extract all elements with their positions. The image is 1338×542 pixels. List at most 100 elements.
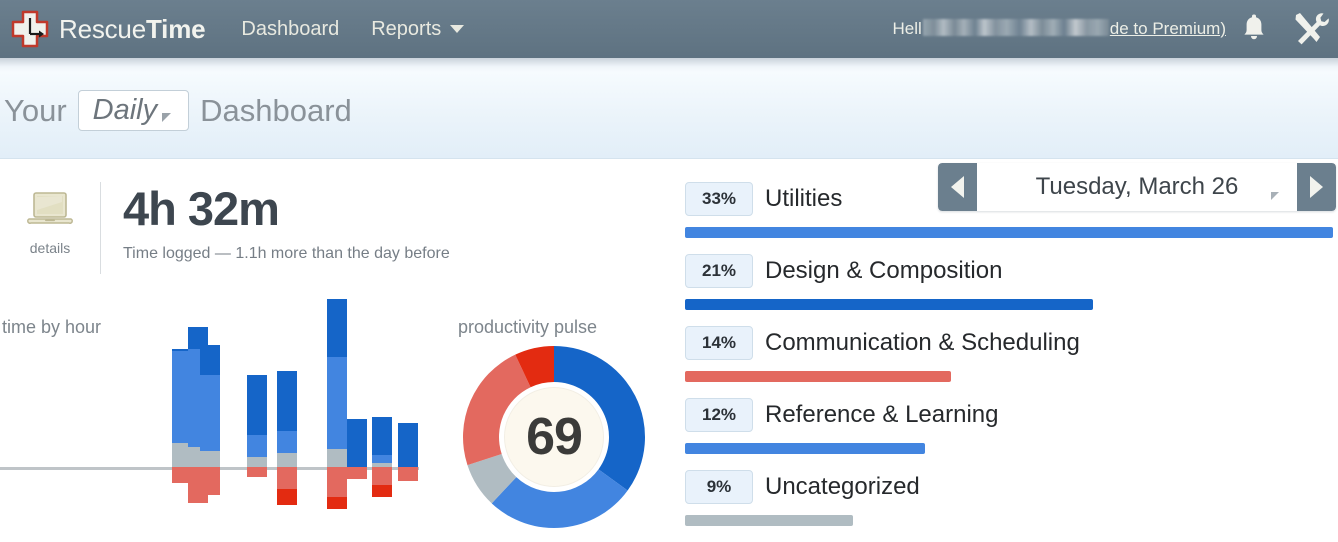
- bar-segment-distracting: [200, 467, 220, 495]
- bar-segment-productive: [247, 435, 267, 457]
- category-header: 33% Utilities: [685, 182, 1333, 216]
- category-row: 9% Uncategorized: [685, 470, 1333, 526]
- hour-bar[interactable]: [200, 342, 220, 539]
- bar-segment-distracting: [277, 467, 297, 489]
- notifications-button[interactable]: [1226, 0, 1282, 58]
- hour-bar-negative: [277, 467, 297, 505]
- hour-bar-negative: [398, 467, 418, 481]
- category-header: 14% Communication & Scheduling: [685, 326, 1333, 360]
- page-title-prefix: Your: [4, 93, 67, 129]
- category-header: 12% Reference & Learning: [685, 398, 1333, 432]
- category-name[interactable]: Reference & Learning: [765, 401, 998, 429]
- category-header: 21% Design & Composition: [685, 254, 1333, 288]
- category-percent-badge[interactable]: 12%: [685, 398, 753, 432]
- bar-segment-very-distracting: [372, 485, 392, 497]
- hour-bar[interactable]: [372, 342, 392, 539]
- category-row: 14% Communication & Scheduling: [685, 326, 1333, 382]
- header-shadow: [0, 58, 1338, 72]
- dashboard-subheader: Your Daily Dashboard Tuesday, March 26: [0, 72, 1338, 159]
- nav-item-dashboard[interactable]: Dashboard: [241, 18, 339, 41]
- category-percent-badge[interactable]: 33%: [685, 182, 753, 216]
- page-title: Your Daily Dashboard: [4, 90, 352, 131]
- category-name[interactable]: Communication & Scheduling: [765, 329, 1080, 357]
- greeting-prefix: Hell: [893, 19, 922, 38]
- category-row: 12% Reference & Learning: [685, 398, 1333, 454]
- pulse-score-value: 69: [526, 407, 582, 467]
- bar-segment-neutral: [247, 457, 267, 467]
- bar-segment-distracting: [398, 467, 418, 481]
- category-bar-track: [685, 443, 1333, 454]
- bar-segment-neutral: [327, 449, 347, 467]
- hour-bar-positive: [347, 419, 367, 467]
- category-percent-badge[interactable]: 21%: [685, 254, 753, 288]
- hour-bar-negative: [327, 467, 347, 509]
- bar-segment-neutral: [277, 453, 297, 467]
- hour-bar-positive: [200, 345, 220, 467]
- primary-nav: Dashboard Reports: [241, 18, 464, 41]
- hour-bar[interactable]: [247, 342, 267, 539]
- time-by-hour-chart: [0, 342, 430, 539]
- bar-segment-very-productive: [200, 345, 220, 375]
- redacted-username: [923, 19, 1109, 36]
- hour-bar-negative: [200, 467, 220, 495]
- bar-segment-very-distracting: [327, 497, 347, 509]
- bar-segment-very-productive: [327, 299, 347, 357]
- triangle-down-icon: [162, 113, 180, 122]
- hour-bar[interactable]: [398, 342, 418, 539]
- time-logged-block: 4h 32m Time logged — 1.1h more than the …: [123, 182, 450, 263]
- category-bar-track: [685, 299, 1333, 310]
- productivity-pulse-caption: productivity pulse: [458, 317, 597, 338]
- bar-segment-very-productive: [277, 371, 297, 431]
- category-bar-track: [685, 371, 1333, 382]
- category-bar-track: [685, 227, 1333, 238]
- pulse-score-circle: 69: [504, 387, 604, 487]
- brand-logo[interactable]: RescueTime: [10, 9, 205, 49]
- time-by-hour-caption: time by hour: [2, 317, 101, 338]
- bar-segment-very-productive: [347, 419, 367, 467]
- hour-bar-positive: [277, 371, 297, 467]
- category-name[interactable]: Uncategorized: [765, 473, 920, 501]
- category-bar-fill: [685, 515, 853, 526]
- period-select[interactable]: Daily: [78, 90, 189, 131]
- settings-button[interactable]: [1282, 0, 1338, 58]
- hour-bar[interactable]: [327, 342, 347, 539]
- category-percent-badge[interactable]: 9%: [685, 470, 753, 504]
- productivity-pulse-chart[interactable]: 69: [461, 344, 647, 530]
- top-nav-right-cluster: Hell de to Premium): [893, 0, 1338, 58]
- upgrade-to-premium-link[interactable]: de to Premium): [1110, 19, 1226, 38]
- summary-divider: [100, 182, 101, 274]
- bar-segment-productive: [372, 455, 392, 463]
- details-link[interactable]: details: [0, 182, 100, 256]
- category-name[interactable]: Design & Composition: [765, 257, 1002, 285]
- hour-bar-negative: [247, 467, 267, 477]
- bar-segment-very-productive: [372, 417, 392, 455]
- total-time-value: 4h 32m: [123, 184, 450, 233]
- bar-segment-productive: [277, 431, 297, 453]
- category-name[interactable]: Utilities: [765, 185, 842, 213]
- hour-bar-negative: [372, 467, 392, 497]
- bar-segment-very-distracting: [277, 489, 297, 505]
- category-bar-fill: [685, 443, 925, 454]
- hour-bar-positive: [372, 417, 392, 467]
- hour-bar[interactable]: [277, 342, 297, 539]
- hour-bar[interactable]: [347, 342, 367, 539]
- bar-segment-distracting: [247, 467, 267, 477]
- bar-segment-distracting: [372, 467, 392, 485]
- brand-name: RescueTime: [59, 14, 205, 45]
- bar-segment-very-productive: [247, 375, 267, 435]
- category-bar-fill: [685, 227, 1333, 238]
- page-title-suffix: Dashboard: [200, 93, 352, 129]
- nav-item-reports[interactable]: Reports: [371, 18, 464, 41]
- chevron-down-icon: [450, 25, 464, 33]
- details-label: details: [30, 240, 70, 256]
- category-percent-badge[interactable]: 14%: [685, 326, 753, 360]
- total-time-caption: Time logged — 1.1h more than the day bef…: [123, 245, 450, 263]
- dashboard-main: details 4h 32m Time logged — 1.1h more t…: [0, 160, 1338, 539]
- brand-name-light: Rescue: [59, 14, 146, 44]
- hour-bar-positive: [327, 299, 347, 467]
- notification-bell-icon: [1241, 14, 1267, 44]
- category-bar-fill: [685, 371, 951, 382]
- bar-segment-productive: [200, 375, 220, 451]
- category-row: 21% Design & Composition: [685, 254, 1333, 310]
- laptop-icon: [26, 190, 74, 232]
